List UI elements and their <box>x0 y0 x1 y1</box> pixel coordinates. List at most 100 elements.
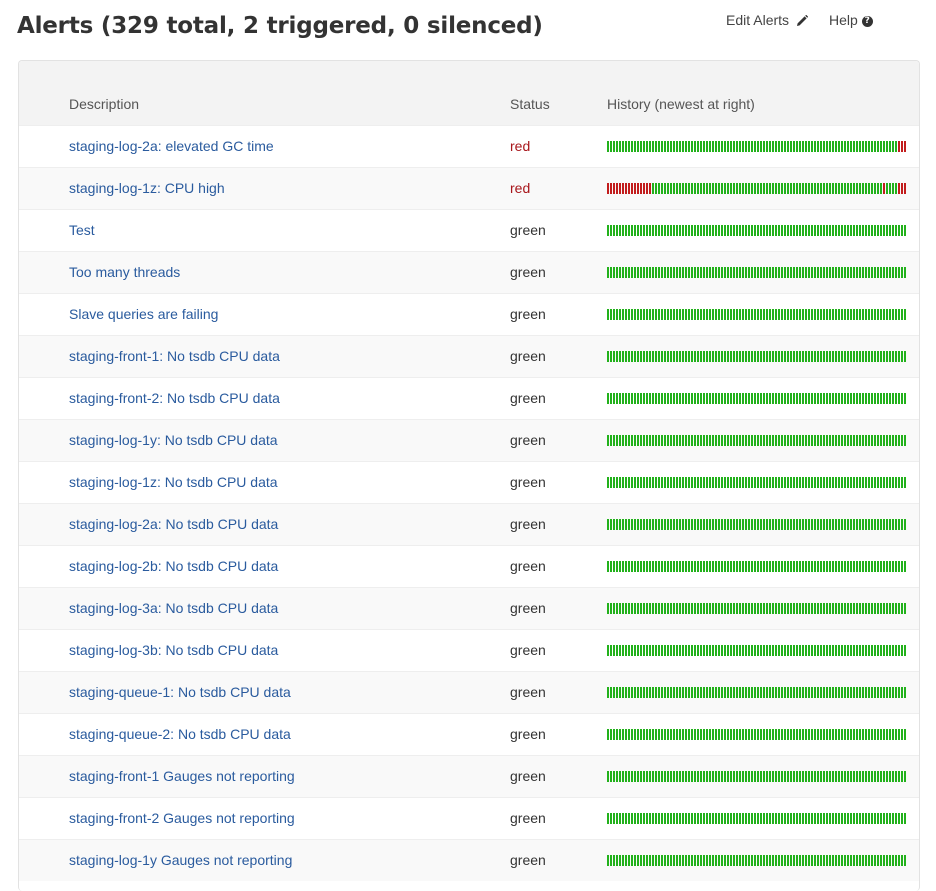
alert-description-link[interactable]: staging-front-1: No tsdb CPU data <box>69 348 280 364</box>
history-segment-red <box>610 183 612 194</box>
history-segment-green <box>844 183 846 194</box>
table-body: staging-log-2a: elevated GC time red stagi… <box>19 125 919 881</box>
history-segment-green <box>865 519 867 530</box>
alert-description-link[interactable]: staging-log-3b: No tsdb CPU data <box>69 642 278 658</box>
alert-description-link[interactable]: staging-log-1y Gauges not reporting <box>69 852 292 868</box>
history-segment-green <box>820 603 822 614</box>
alert-description-link[interactable]: Slave queries are failing <box>69 306 218 322</box>
alert-description-link[interactable]: staging-front-2 Gauges not reporting <box>69 810 295 826</box>
alert-description-link[interactable]: staging-queue-1: No tsdb CPU data <box>69 684 291 700</box>
history-segment-green <box>715 855 717 866</box>
history-segment-green <box>718 645 720 656</box>
history-segment-green <box>673 813 675 824</box>
alert-description-link[interactable]: Too many threads <box>69 264 180 280</box>
history-segment-green <box>634 855 636 866</box>
history-segment-green <box>622 477 624 488</box>
history-segment-green <box>841 729 843 740</box>
history-segment-green <box>622 603 624 614</box>
history-segment-green <box>679 267 681 278</box>
history-segment-green <box>760 183 762 194</box>
alert-description-link[interactable]: staging-log-1z: CPU high <box>69 180 225 196</box>
history-segment-green <box>676 309 678 320</box>
alert-description-link[interactable]: staging-queue-2: No tsdb CPU data <box>69 726 291 742</box>
history-segment-green <box>658 393 660 404</box>
history-segment-green <box>817 351 819 362</box>
alert-description-link[interactable]: staging-log-2b: No tsdb CPU data <box>69 558 278 574</box>
history-segment-green <box>865 603 867 614</box>
history-segment-green <box>643 771 645 782</box>
history-segment-green <box>700 813 702 824</box>
history-segment-green <box>715 309 717 320</box>
history-segment-green <box>799 351 801 362</box>
history-segment-green <box>661 645 663 656</box>
history-segment-green <box>730 813 732 824</box>
history-segment-green <box>670 855 672 866</box>
history-segment-green <box>658 477 660 488</box>
history-segment-green <box>754 771 756 782</box>
history-segment-green <box>889 351 891 362</box>
history-segment-green <box>859 813 861 824</box>
help-label[interactable]: Help <box>829 12 858 28</box>
alert-description-link[interactable]: Test <box>69 222 95 238</box>
history-segment-green <box>643 267 645 278</box>
history-segment-green <box>673 687 675 698</box>
history-segment-green <box>652 435 654 446</box>
history-segment-green <box>682 687 684 698</box>
history-segment-green <box>880 729 882 740</box>
history-segment-green <box>652 477 654 488</box>
history-segment-green <box>751 519 753 530</box>
history-segment-green <box>655 435 657 446</box>
history-segment-green <box>829 519 831 530</box>
history-segment-green <box>751 225 753 236</box>
history-segment-green <box>772 477 774 488</box>
history-segment-green <box>739 477 741 488</box>
history-segment-green <box>724 477 726 488</box>
history-segment-green <box>811 519 813 530</box>
history-segment-green <box>634 309 636 320</box>
history-segment-green <box>853 309 855 320</box>
history-segment-green <box>613 477 615 488</box>
alert-description-link[interactable]: staging-log-1y: No tsdb CPU data <box>69 432 278 448</box>
history-segment-green <box>700 645 702 656</box>
history-segment-green <box>835 771 837 782</box>
history-segment-green <box>817 519 819 530</box>
history-segment-green <box>850 435 852 446</box>
history-segment-green <box>628 687 630 698</box>
edit-alerts-label[interactable]: Edit Alerts <box>726 12 789 28</box>
history-segment-green <box>715 183 717 194</box>
history-segment-green <box>793 855 795 866</box>
table-row: staging-log-1z: No tsdb CPU data green <box>19 461 919 503</box>
history-segment-green <box>640 225 642 236</box>
history-segment-green <box>832 771 834 782</box>
history-segment-green <box>784 141 786 152</box>
history-segment-green <box>808 477 810 488</box>
history-segment-green <box>646 519 648 530</box>
history-segment-green <box>889 267 891 278</box>
alert-description-link[interactable]: staging-log-1z: No tsdb CPU data <box>69 474 278 490</box>
history-segment-green <box>766 477 768 488</box>
history-segment-green <box>730 141 732 152</box>
history-segment-green <box>712 477 714 488</box>
history-segment-green <box>607 309 609 320</box>
history-segment-green <box>823 309 825 320</box>
history-segment-green <box>775 309 777 320</box>
history-segment-green <box>799 519 801 530</box>
history-segment-green <box>841 645 843 656</box>
history-segment-green <box>622 309 624 320</box>
history-segment-green <box>694 267 696 278</box>
history-segment-green <box>673 645 675 656</box>
alert-description-link[interactable]: staging-log-2a: elevated GC time <box>69 138 274 154</box>
help-link[interactable]: Help? <box>829 12 873 28</box>
alert-description-link[interactable]: staging-front-2: No tsdb CPU data <box>69 390 280 406</box>
history-segment-green <box>670 309 672 320</box>
alert-description-link[interactable]: staging-log-3a: No tsdb CPU data <box>69 600 278 616</box>
history-segment-green <box>655 603 657 614</box>
history-segment-green <box>673 477 675 488</box>
history-segment-green <box>658 309 660 320</box>
history-segment-green <box>682 561 684 572</box>
alert-description-link[interactable]: staging-log-2a: No tsdb CPU data <box>69 516 278 532</box>
history-segment-green <box>697 393 699 404</box>
edit-alerts-link[interactable]: Edit Alerts <box>726 12 808 28</box>
history-segment-green <box>859 519 861 530</box>
alert-description-link[interactable]: staging-front-1 Gauges not reporting <box>69 768 295 784</box>
